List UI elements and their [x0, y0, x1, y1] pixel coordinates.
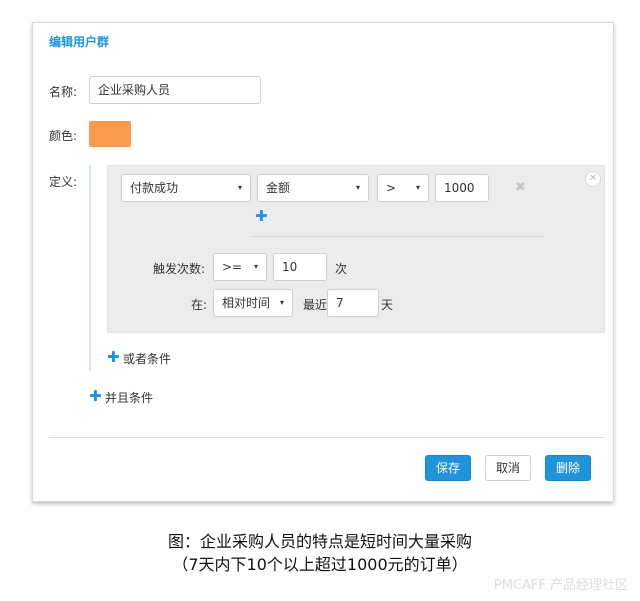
watermark: PMCAFF 产品经理社区: [493, 578, 628, 593]
footer-divider: [49, 437, 605, 438]
trigger-count-input[interactable]: 10: [273, 253, 327, 281]
edit-user-group-dialog: 编辑用户群 名称: 企业采购人员 颜色: 定义: ✕ 付款成功 ▾ 金额 ▾ >…: [32, 22, 614, 502]
add-and-condition-icon[interactable]: ✚: [89, 389, 102, 404]
event-select-value: 付款成功: [130, 181, 179, 195]
operator-select-value: >: [386, 181, 397, 195]
property-select[interactable]: 金额 ▾: [257, 174, 369, 202]
delete-button[interactable]: 删除: [545, 455, 591, 481]
event-select[interactable]: 付款成功 ▾: [121, 174, 251, 202]
caption-line-2: （7天内下10个以上超过1000元的订单）: [172, 555, 468, 574]
definition-branch-line: [89, 165, 91, 371]
remove-condition-icon[interactable]: ✖: [515, 180, 526, 195]
time-type-value: 相对时间: [222, 296, 271, 310]
add-property-icon[interactable]: ✚: [255, 209, 268, 224]
cancel-button[interactable]: 取消: [485, 455, 531, 481]
chevron-down-icon: ▾: [279, 298, 284, 307]
recent-label: 最近: [303, 298, 328, 312]
definition-label: 定义:: [49, 175, 78, 189]
trigger-operator-select[interactable]: >= ▾: [213, 253, 267, 281]
trigger-operator-value: >=: [222, 260, 243, 274]
operator-select[interactable]: > ▾: [377, 174, 429, 202]
add-or-condition-icon[interactable]: ✚: [107, 350, 120, 365]
name-input[interactable]: 企业采购人员: [89, 76, 261, 104]
trigger-unit: 次: [335, 262, 348, 276]
chevron-down-icon: ▾: [237, 183, 242, 192]
chevron-down-icon: ▾: [253, 262, 258, 271]
dialog-title: 编辑用户群: [49, 35, 110, 49]
or-condition-link[interactable]: 或者条件: [123, 350, 171, 367]
name-label: 名称:: [49, 85, 78, 99]
save-button[interactable]: 保存: [425, 455, 471, 481]
property-select-value: 金额: [266, 181, 291, 195]
color-swatch[interactable]: [89, 121, 131, 147]
amount-input[interactable]: 1000: [435, 174, 489, 202]
and-condition-link[interactable]: 并且条件: [105, 389, 153, 406]
close-condition-group-icon[interactable]: ✕: [585, 171, 601, 187]
time-type-select[interactable]: 相对时间 ▾: [213, 289, 293, 317]
color-label: 颜色:: [49, 129, 78, 143]
recent-unit: 天: [381, 298, 394, 312]
chevron-down-icon: ▾: [355, 183, 360, 192]
condition-divider: [251, 236, 543, 237]
recent-days-input[interactable]: 7: [327, 289, 379, 317]
time-label: 在:: [191, 298, 208, 312]
caption-line-1: 图：企业采购人员的特点是短时间大量采购: [167, 532, 472, 551]
trigger-count-label: 触发次数:: [153, 262, 206, 276]
chevron-down-icon: ▾: [415, 183, 420, 192]
